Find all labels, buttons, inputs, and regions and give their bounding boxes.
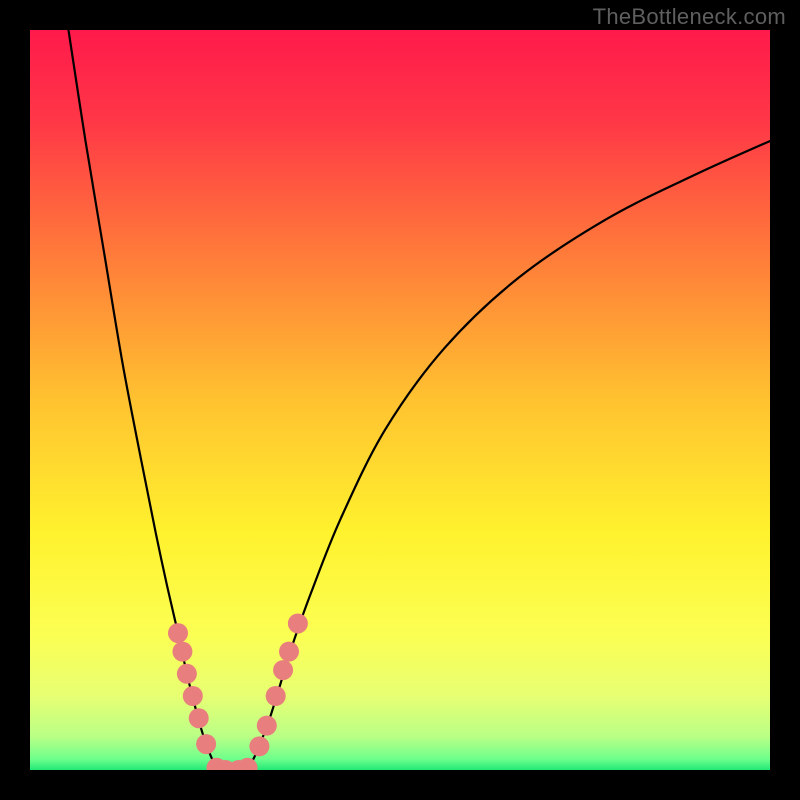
bottleneck-curve	[68, 30, 770, 770]
marker-dot	[288, 613, 308, 633]
marker-dot	[249, 736, 269, 756]
marker-dot	[189, 708, 209, 728]
marker-dot	[172, 642, 192, 662]
marker-dot	[183, 686, 203, 706]
plot-area	[30, 30, 770, 770]
marker-dot	[196, 734, 216, 754]
marker-dot	[238, 758, 258, 770]
marker-dot	[257, 716, 277, 736]
curve-layer	[30, 30, 770, 770]
marker-dot	[273, 660, 293, 680]
watermark-text: TheBottleneck.com	[593, 4, 786, 30]
marker-dot	[279, 642, 299, 662]
marker-group	[168, 613, 308, 770]
marker-dot	[168, 623, 188, 643]
marker-dot	[266, 686, 286, 706]
chart-frame: TheBottleneck.com	[0, 0, 800, 800]
marker-dot	[177, 664, 197, 684]
